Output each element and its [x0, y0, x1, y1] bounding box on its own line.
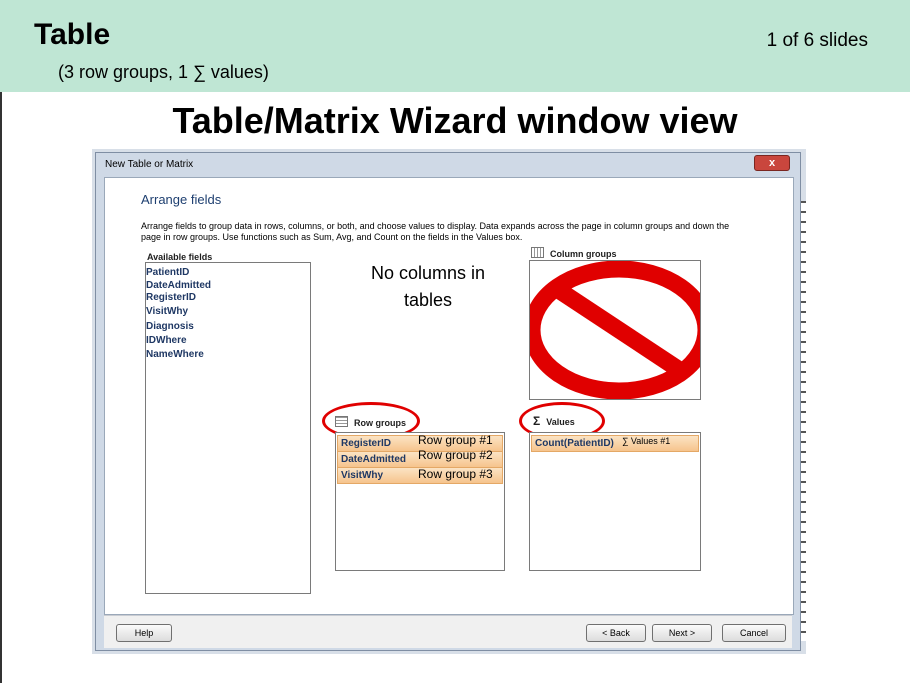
next-button[interactable]: Next > — [652, 624, 712, 642]
row-group-annotation: Row group #2 — [418, 448, 493, 462]
help-button[interactable]: Help — [116, 624, 172, 642]
column-groups-label: Column groups — [531, 247, 617, 259]
window-title: New Table or Matrix — [105, 159, 194, 170]
value-field: Count(PatientID) — [535, 438, 614, 449]
column-groups-box[interactable] — [529, 260, 701, 400]
row-group-annotation: Row group #1 — [418, 433, 493, 447]
row-group-annotation: Row group #3 — [418, 467, 493, 481]
row-groups-box[interactable]: RegisterID DateAdmitted VisitWhy Row gro… — [335, 432, 505, 571]
slide-title: Table/Matrix Wizard window view — [172, 100, 738, 141]
dialog-footer: Help < Back Next > Cancel — [104, 615, 792, 648]
header-subtitle: (3 row groups, 1 ∑ values) — [58, 62, 269, 82]
prohibition-sign-icon — [530, 261, 700, 399]
wizard-window: New Table or Matrix x Arrange fields Arr… — [95, 152, 801, 651]
dialog-body: Arrange fields Arrange fields to group d… — [104, 177, 794, 615]
field-item[interactable]: RegisterID — [146, 292, 196, 303]
row-group-field: RegisterID — [341, 438, 392, 449]
instructions-text: Arrange fields to group data in rows, co… — [141, 221, 730, 242]
field-item[interactable]: NameWhere — [146, 349, 204, 360]
field-item[interactable]: IDWhere — [146, 335, 187, 346]
wizard-screenshot: New Table or Matrix x Arrange fields Arr… — [92, 149, 806, 654]
field-item[interactable]: PatientID — [146, 267, 189, 278]
column-groups-label-text: Column groups — [550, 249, 617, 259]
row-group-field: VisitWhy — [341, 470, 384, 481]
values-annotation: ∑ Values #1 — [622, 436, 671, 446]
close-button[interactable]: x — [754, 155, 790, 171]
row-group-field: DateAdmitted — [341, 454, 407, 465]
slide-counter: 1 of 6 slides — [766, 30, 868, 51]
field-item[interactable]: DateAdmitted — [146, 280, 211, 291]
values-box[interactable]: Count(PatientID) ∑ Values #1 — [529, 432, 701, 571]
value-chip[interactable]: Count(PatientID) — [531, 435, 699, 452]
back-button[interactable]: < Back — [586, 624, 646, 642]
cancel-button[interactable]: Cancel — [722, 624, 786, 642]
available-fields-list[interactable]: PatientID DateAdmitted RegisterID VisitW… — [145, 262, 311, 594]
available-fields-label: Available fields — [147, 252, 213, 262]
field-item[interactable]: VisitWhy — [146, 306, 188, 317]
header-title: Table — [34, 18, 111, 51]
no-columns-callout: No columns in tables — [347, 260, 509, 314]
section-heading: Arrange fields — [141, 192, 222, 207]
slide-header: Table (3 row groups, 1 ∑ values) 1 of 6 … — [0, 0, 910, 92]
callout-line: tables — [403, 290, 453, 310]
grid-icon — [531, 247, 544, 258]
callout-line: No columns in — [370, 263, 486, 283]
left-divider — [0, 92, 2, 683]
field-item[interactable]: Diagnosis — [146, 321, 194, 332]
